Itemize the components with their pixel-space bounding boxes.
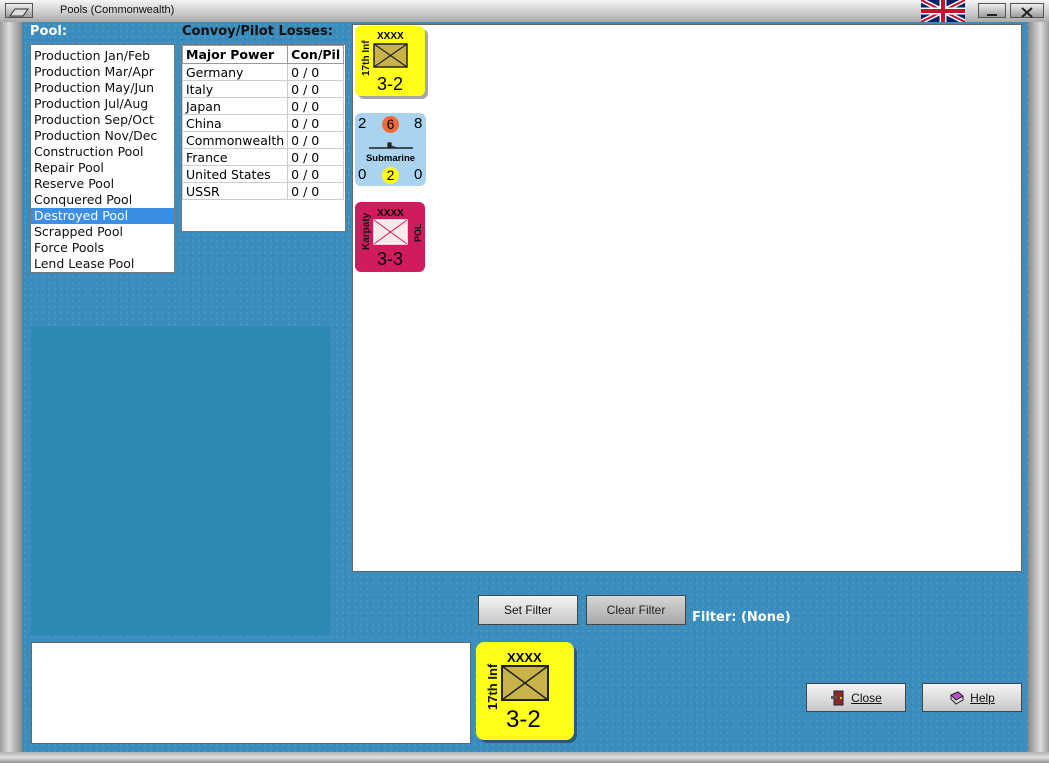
major-power-cell: Germany	[182, 63, 289, 81]
selected-unit-counter[interactable]: 17th Inf XXXX 3-2	[476, 642, 574, 740]
pool-list-item[interactable]: Production Nov/Dec	[31, 128, 174, 144]
union-jack-flag-icon	[919, 0, 967, 25]
sub-top-left-value: 2	[358, 115, 367, 132]
con-pil-cell: 0 / 0	[287, 97, 345, 115]
column-header-major-power[interactable]: Major Power	[182, 45, 289, 64]
table-row[interactable]: Italy 0 / 0	[182, 80, 345, 98]
major-power-cell: Japan	[182, 97, 289, 115]
nationality-tag: POL	[413, 223, 423, 242]
sub-bottom-right-value: 0	[414, 166, 423, 183]
con-pil-cell: 0 / 0	[287, 165, 345, 183]
major-power-cell: Commonwealth	[182, 131, 289, 149]
help-button[interactable]: Help	[922, 683, 1022, 712]
pool-list-item[interactable]: Lend Lease Pool	[31, 256, 174, 272]
pool-list-item[interactable]: Repair Pool	[31, 160, 174, 176]
unit-counter-karpaty[interactable]: Karpaty XXXX POL 3-3	[355, 202, 425, 272]
pool-list-item[interactable]: Production Jan/Feb	[31, 48, 174, 64]
sub-top-right-value: 8	[414, 115, 423, 132]
book-help-icon	[949, 690, 965, 706]
pool-list[interactable]: Production Jan/Feb Production Mar/Apr Prod…	[30, 44, 175, 273]
table-row[interactable]: China 0 / 0	[182, 114, 345, 132]
pool-list-item[interactable]: Scrapped Pool	[31, 224, 174, 240]
unit-info-panel	[31, 326, 331, 635]
unit-description-box	[31, 642, 471, 744]
filter-status: Filter: (None)	[692, 610, 791, 625]
unit-counter-17th-inf[interactable]: 17th Inf XXXX 3-2	[355, 26, 425, 96]
con-pil-cell: 0 / 0	[287, 114, 345, 132]
unit-size: XXXX	[377, 31, 404, 42]
window-title: Pools (Commonwealth)	[60, 4, 175, 16]
infantry-symbol-icon	[373, 219, 408, 250]
table-row[interactable]: USSR 0 / 0	[182, 182, 345, 200]
con-pil-cell: 0 / 0	[287, 182, 345, 200]
table-row[interactable]: United States 0 / 0	[182, 165, 345, 183]
losses-table: Major Power Con/Pil Germany 0 / 0 Italy 0 /…	[182, 45, 345, 200]
convoy-losses-heading: Convoy/Pilot Losses:	[182, 24, 333, 39]
unit-strength: 3-2	[377, 74, 404, 94]
unit-pool-area[interactable]	[352, 24, 1022, 572]
infantry-symbol-icon	[501, 665, 549, 706]
pool-list-item[interactable]: Force Pools	[31, 240, 174, 256]
unit-name: 17th Inf	[361, 40, 372, 76]
pool-list-item[interactable]: Reserve Pool	[31, 176, 174, 192]
pool-list-item[interactable]: Production Sep/Oct	[31, 112, 174, 128]
major-power-cell: France	[182, 148, 289, 166]
window-frame-right	[1028, 22, 1049, 763]
unit-name: Karpaty	[361, 212, 372, 250]
major-power-cell: Italy	[182, 80, 289, 98]
table-row[interactable]: Commonwealth 0 / 0	[182, 131, 345, 149]
losses-table-container: Major Power Con/Pil Germany 0 / 0 Italy 0 /…	[181, 44, 346, 232]
help-button-label: Help	[970, 690, 995, 705]
unit-size: XXXX	[507, 650, 542, 665]
door-exit-icon	[830, 690, 846, 706]
pool-list-item[interactable]: Destroyed Pool	[31, 208, 174, 224]
unit-size: XXXX	[377, 208, 404, 219]
con-pil-cell: 0 / 0	[287, 80, 345, 98]
pool-heading: Pool:	[30, 24, 68, 39]
pool-list-item[interactable]: Construction Pool	[31, 144, 174, 160]
window-frame-bottom	[0, 752, 1049, 763]
major-power-cell: USSR	[182, 182, 289, 200]
column-header-con-pil[interactable]: Con/Pil	[287, 45, 345, 64]
major-power-cell: United States	[182, 165, 289, 183]
unit-strength: 3-3	[377, 249, 404, 269]
pool-list-item[interactable]: Conquered Pool	[31, 192, 174, 208]
pool-list-item[interactable]: Production Mar/Apr	[31, 64, 174, 80]
clear-filter-button[interactable]: Clear Filter	[586, 595, 686, 625]
con-pil-cell: 0 / 0	[287, 63, 345, 81]
table-row[interactable]: Japan 0 / 0	[182, 97, 345, 115]
unit-name: 17th Inf	[485, 663, 500, 710]
table-row[interactable]: Germany 0 / 0	[182, 63, 345, 81]
title-bar: Pools (Commonwealth)	[0, 0, 1049, 25]
window-menu-button[interactable]	[5, 3, 33, 18]
pool-list-item[interactable]: Production May/Jun	[31, 80, 174, 96]
unit-strength: 3-2	[506, 706, 541, 733]
major-power-cell: China	[182, 114, 289, 132]
con-pil-cell: 0 / 0	[287, 131, 345, 149]
table-row[interactable]: France 0 / 0	[182, 148, 345, 166]
unit-name: Submarine	[365, 153, 416, 164]
con-pil-cell: 0 / 0	[287, 148, 345, 166]
set-filter-button[interactable]: Set Filter	[478, 595, 578, 625]
infantry-symbol-icon	[373, 43, 408, 73]
sub-bottom-left-value: 0	[358, 166, 367, 183]
close-button[interactable]: Close	[806, 683, 906, 712]
pool-list-item[interactable]: Production Jul/Aug	[31, 96, 174, 112]
minimize-button[interactable]	[978, 3, 1006, 18]
close-button-label: Close	[851, 690, 882, 705]
unit-counter-submarine[interactable]: 2 6 8 Submarine 0 2 0	[355, 113, 426, 186]
window-frame-left	[0, 22, 22, 763]
sub-top-mid-value: 6	[382, 116, 399, 133]
close-window-button[interactable]	[1010, 3, 1044, 18]
sub-bottom-mid-value: 2	[382, 167, 399, 184]
